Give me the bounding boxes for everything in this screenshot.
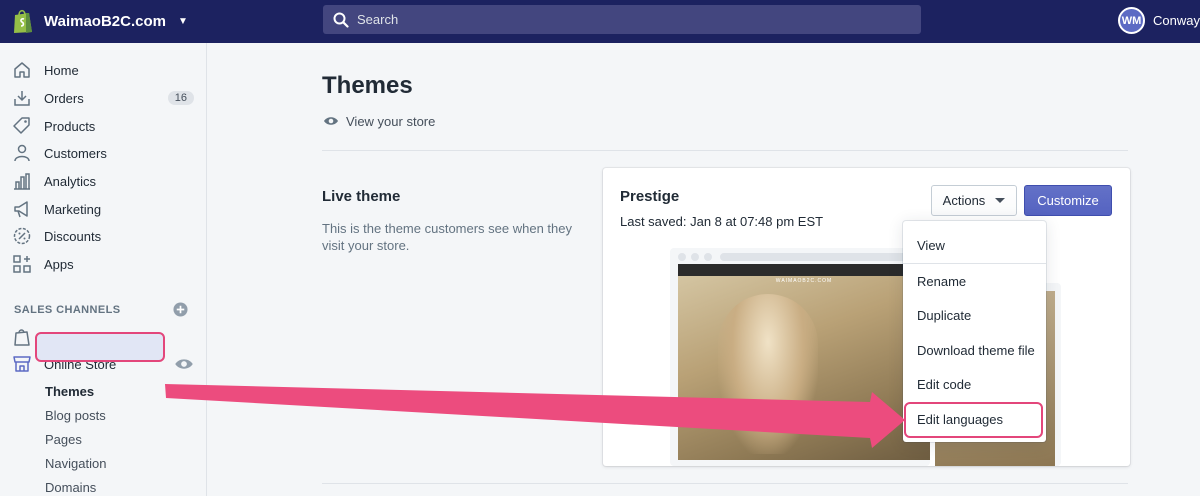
sidebar-item-home[interactable]: Home [12,59,194,81]
last-saved-text: Last saved: Jan 8 at 07:48 pm EST [620,214,824,229]
sidebar-item-label: Discounts [44,228,102,244]
store-switcher[interactable]: WaimaoB2C.com ▼ [12,8,188,34]
chevron-down-icon: ▼ [177,15,188,27]
pos-bag-icon [14,329,30,346]
edit-languages-highlight-box [904,402,1043,438]
menu-item-download-theme-file[interactable]: Download theme file [917,343,1035,358]
live-theme-description: This is the theme customers see when the… [322,221,573,253]
divider [322,483,1128,484]
preview-announcement-bar [678,264,930,276]
caret-down-icon [995,198,1006,203]
theme-preview-image: WAIMAOB2C.COM [678,264,930,460]
sidebar-subitem-blog-posts[interactable]: Blog posts [45,408,106,423]
user-name: Conway [1153,13,1200,28]
sidebar-subitem-themes[interactable]: Themes [45,384,94,399]
discount-icon [13,227,31,245]
themes-highlight-box [35,332,165,362]
sidebar-item-analytics[interactable]: Analytics [12,170,194,192]
sidebar-item-label: Orders [44,90,84,106]
sidebar-item-apps[interactable]: Apps [12,253,194,275]
sidebar-item-customers[interactable]: Customers [12,142,194,164]
shopify-bag-icon [14,9,32,33]
browser-address-bar [720,253,910,261]
customize-button[interactable]: Customize [1024,185,1112,216]
home-icon [14,62,30,78]
live-theme-card: Prestige Last saved: Jan 8 at 07:48 pm E… [603,168,1130,466]
browser-dots [678,253,712,261]
orders-icon [14,91,30,106]
apps-icon [13,255,31,273]
page-title: Themes [322,72,413,99]
menu-divider [903,263,1046,264]
preview-model-photo [718,294,818,454]
menu-item-rename[interactable]: Rename [917,274,966,289]
sidebar-item-products[interactable]: Products [12,115,194,137]
orders-count-badge: 16 [167,91,194,105]
sidebar-item-marketing[interactable]: Marketing [12,198,194,220]
menu-item-view[interactable]: View [917,238,945,253]
bar-chart-icon [14,173,30,190]
sidebar-subitem-domains[interactable]: Domains [45,480,96,495]
person-icon [14,144,30,162]
actions-label: Actions [942,193,986,208]
sidebar-subitem-navigation[interactable]: Navigation [45,456,106,471]
sidebar-item-label: Apps [44,256,74,272]
add-channel-icon[interactable] [173,302,188,317]
search-icon [333,12,349,28]
sales-channels-title: SALES CHANNELS [14,304,121,316]
menu-item-edit-code[interactable]: Edit code [917,377,971,392]
sidebar-item-label: Analytics [44,173,97,189]
sidebar-item-label: Home [44,62,79,78]
top-bar: WaimaoB2C.com ▼ WM Conway [0,0,1200,43]
search-input[interactable] [357,12,897,27]
live-theme-heading: Live theme [322,188,401,205]
divider [322,150,1128,151]
tag-icon [13,117,30,134]
search-bar[interactable] [323,5,921,34]
eye-icon [324,117,338,125]
avatar: WM [1118,7,1145,34]
view-store-link[interactable]: View your store [323,113,435,129]
preview-logo: WAIMAOB2C.COM [775,278,833,284]
theme-name: Prestige [620,188,680,205]
menu-item-duplicate[interactable]: Duplicate [917,308,971,323]
megaphone-icon [14,201,28,218]
actions-button[interactable]: Actions [931,185,1017,216]
sidebar: Home Orders 16 Products Customers Analyt… [0,43,207,496]
sidebar-item-discounts[interactable]: Discounts [12,225,194,247]
sidebar-subitem-pages[interactable]: Pages [45,432,82,447]
sidebar-item-orders[interactable]: Orders 16 [12,87,194,109]
sidebar-item-label: Customers [44,145,107,161]
store-name: WaimaoB2C.com [44,12,166,30]
store-icon [13,356,31,372]
sidebar-item-label: Marketing [44,201,102,217]
desktop-preview[interactable]: WAIMAOB2C.COM [670,248,930,466]
user-menu[interactable]: WM Conway [1118,7,1200,34]
eye-icon[interactable] [174,354,194,374]
view-store-label: View your store [346,113,436,129]
sidebar-item-label: Products [44,118,96,134]
